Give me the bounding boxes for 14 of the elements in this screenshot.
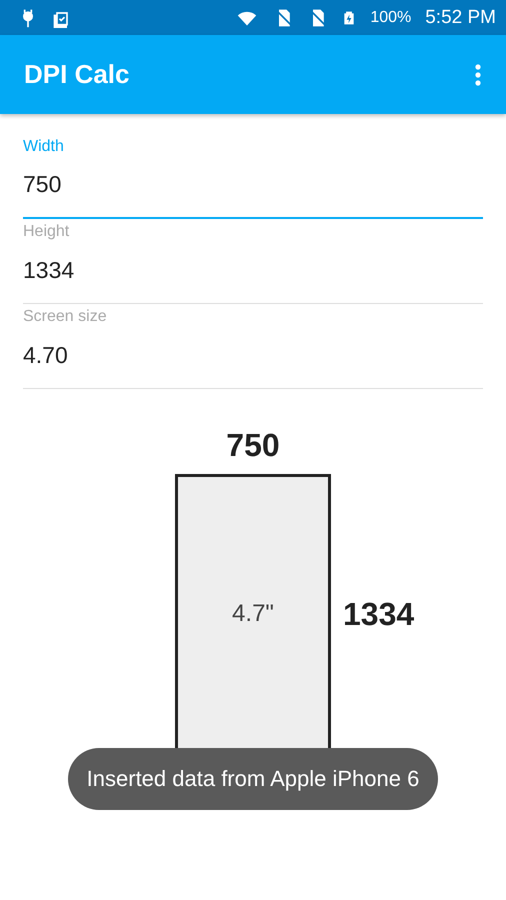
height-label: 1334 (343, 596, 416, 632)
field-label: Height (23, 223, 70, 241)
toast: Inserted data from Apple iPhone 6 (68, 748, 438, 810)
more-options-icon[interactable] (474, 62, 482, 86)
battery-percent: 100% (370, 8, 412, 26)
width-label: 750 (226, 427, 280, 464)
field-label: Width (23, 138, 64, 156)
text-field[interactable]: 1334 (23, 241, 483, 304)
diagonal-label: 4.7" (232, 600, 274, 628)
text-field[interactable]: 4.70 (23, 326, 483, 389)
field-label: Screen size (23, 308, 107, 326)
text-field[interactable]: 750 (23, 156, 483, 219)
clock: 5:52 PM (425, 6, 496, 28)
app-title: DPI Calc (24, 59, 130, 90)
